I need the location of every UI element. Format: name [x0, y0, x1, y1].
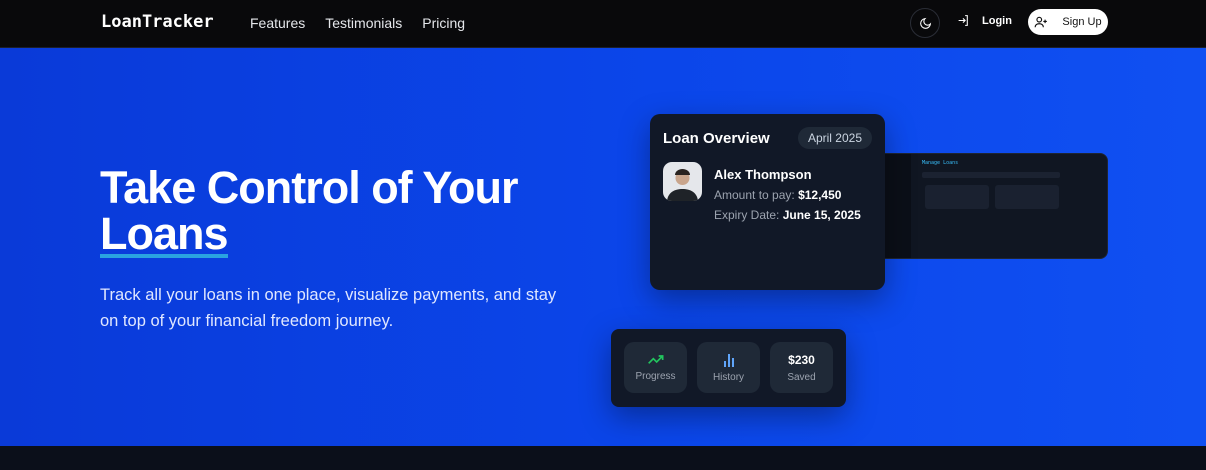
nav-link-testimonials[interactable]: Testimonials — [325, 15, 402, 31]
signup-button[interactable]: Sign Up — [1028, 9, 1108, 35]
card-title: Loan Overview — [663, 130, 770, 147]
nav-links: Features Testimonials Pricing — [250, 15, 465, 31]
login-icon — [958, 15, 968, 26]
stats-card: Progress History $230 Saved — [611, 329, 846, 407]
nav-link-pricing[interactable]: Pricing — [422, 15, 465, 31]
preview-loan-card — [925, 185, 989, 209]
manage-loans-preview: Manage Loans — [872, 153, 1108, 259]
hero-subtitle: Track all your loans in one place, visua… — [100, 286, 557, 330]
user-plus-icon — [1035, 16, 1048, 28]
amount-value: $12,450 — [798, 188, 842, 202]
borrower-name: Alex Thompson — [714, 167, 812, 182]
stat-history[interactable]: History — [697, 342, 760, 393]
month-badge: April 2025 — [797, 127, 872, 149]
login-label: Login — [982, 14, 1012, 27]
preview-loan-card — [995, 185, 1059, 209]
bar-chart-icon — [723, 353, 734, 367]
hero-title: Take Control of Your Loans — [100, 162, 519, 259]
stat-progress[interactable]: Progress — [624, 342, 687, 393]
avatar — [663, 162, 702, 201]
signup-label: Sign Up — [1062, 16, 1102, 28]
loan-overview-card: Loan Overview April 2025 Alex Thompson A… — [650, 114, 885, 290]
stat-saved[interactable]: $230 Saved — [770, 342, 833, 393]
logo[interactable]: LoanTracker — [101, 12, 214, 32]
theme-toggle-button[interactable] — [910, 8, 940, 38]
preview-tabs — [922, 172, 1060, 178]
preview-title: Manage Loans — [922, 160, 959, 166]
login-button[interactable]: Login — [957, 14, 1012, 27]
moon-icon — [919, 17, 931, 29]
expiry-value: June 15, 2025 — [782, 208, 861, 222]
nav-link-features[interactable]: Features — [250, 15, 305, 31]
hero-title-highlight: Loans — [100, 208, 229, 259]
trending-up-icon — [647, 354, 663, 364]
saved-value: $230 — [788, 352, 815, 367]
top-nav: LoanTracker Features Testimonials Pricin… — [0, 0, 1206, 48]
borrower-info: Alex Thompson Amount to pay: $12,450 Exp… — [714, 167, 861, 222]
